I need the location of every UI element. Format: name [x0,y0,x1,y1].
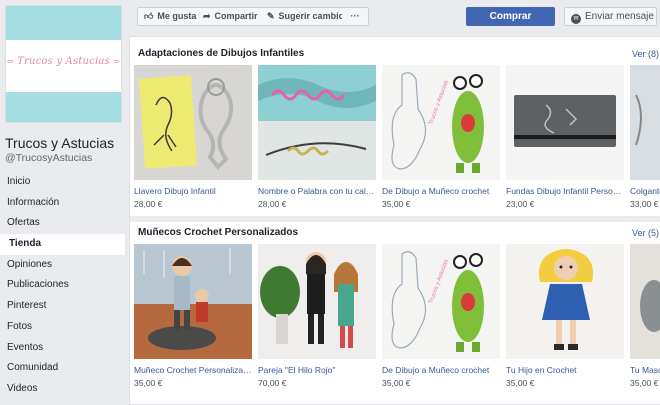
product-name[interactable]: Colgante [630,186,660,196]
product-name[interactable]: Llavero Dibujo Infantil [134,186,252,196]
product-image[interactable] [506,65,624,180]
share-label: Compartir [214,11,258,21]
product-price: 35,00 € [382,199,411,209]
suggest-label: Sugerir cambios [278,11,350,21]
product-image[interactable] [134,244,252,359]
cover-top-stripe [6,6,121,40]
page-handle[interactable]: @TrucosyAstucias [5,152,92,164]
sidebar-item-inicio[interactable]: Inicio [0,172,125,193]
product-card[interactable]: Llavero Dibujo Infantil 28,00 € [134,65,252,209]
product-price: 28,00 € [134,199,163,209]
product-image[interactable]: Trucos y Astucias [382,65,500,180]
thumbs-up-icon: 👍︎ [144,11,154,21]
product-card[interactable]: Muñeco Crochet Personalizado 35,00 € [134,244,252,388]
buy-button[interactable]: Comprar [466,7,555,26]
cover-logo: ⇐ Trucos y Astucias ⇒ [6,56,121,67]
product-name[interactable]: Tu Masco [630,365,660,375]
product-price: 23,00 € [506,199,535,209]
product-price: 70,00 € [258,378,287,388]
send-message-button[interactable]: ✉ Enviar mensaje [564,7,657,26]
messenger-icon: ✉ [571,14,581,24]
product-card[interactable]: Nombre o Palabra con tu caligrafía 28,00… [258,65,376,209]
share-arrow-icon: ➦ [203,11,211,21]
product-card[interactable]: Tu Masco 35,00 € [630,244,660,388]
sidebar-item-fotos[interactable]: Fotos [0,317,125,338]
see-all-link[interactable]: Ver (8) [632,49,659,59]
product-name[interactable]: Nombre o Palabra con tu caligrafía [258,186,376,196]
send-message-label: Enviar mensaje [585,11,654,22]
product-price: 35,00 € [134,378,163,388]
product-name[interactable]: Muñeco Crochet Personalizado [134,365,252,375]
cover-logo-text: Trucos y Astucias [17,56,110,67]
product-price: 35,00 € [382,378,411,388]
section-title: Adaptaciones de Dibujos Infantiles [138,48,305,59]
product-image[interactable] [630,65,660,180]
product-card[interactable]: Trucos y Astucias De Dibujo a Muñeco cro… [382,65,500,209]
sidebar-item-tienda[interactable]: Tienda [0,234,125,255]
more-options-button[interactable]: ··· [342,7,369,26]
product-row: Llavero Dibujo Infantil 28,00 € Nombre o… [133,65,660,215]
sidebar-item-pinterest[interactable]: Pinterest [0,296,125,317]
page-title[interactable]: Trucos y Astucias [5,135,114,151]
product-price: 35,00 € [506,378,535,388]
product-image[interactable] [258,244,376,359]
product-image[interactable] [134,65,252,180]
product-card[interactable]: Pareja "El Hilo Rojo" 70,00 € [258,244,376,388]
cover-bottom-stripe [6,92,121,122]
shop-panel: Adaptaciones de Dibujos Infantiles Ver (… [129,36,660,405]
product-name[interactable]: De Dibujo a Muñeco crochet [382,365,500,375]
product-card[interactable]: Fundas Dibujo Infantil Personalizadas 23… [506,65,624,209]
sidebar-item-informacion[interactable]: Información [0,193,125,214]
product-name[interactable]: De Dibujo a Muñeco crochet [382,186,500,196]
product-row: Muñeco Crochet Personalizado 35,00 € Par… [133,244,660,394]
product-name[interactable]: Pareja "El Hilo Rojo" [258,365,376,375]
product-card[interactable]: Trucos y Astucias De Dibujo a Muñeco cro… [382,244,500,388]
product-image[interactable]: Trucos y Astucias [382,244,500,359]
product-price: 33,00 € [630,199,659,209]
sidebar-item-ofertas[interactable]: Ofertas [0,213,125,234]
see-all-link[interactable]: Ver (5) [632,228,659,238]
sidebar-item-videos[interactable]: Videos [0,379,125,400]
product-image[interactable] [258,65,376,180]
section-divider [130,216,660,222]
product-name[interactable]: Tu Hijo en Crochet [506,365,624,375]
page-action-bar: 👍︎ Me gusta ➦ Compartir ✎ Sugerir cambios ·… [129,0,660,33]
pencil-icon: ✎ [267,11,275,21]
share-button[interactable]: ➦ Compartir [197,7,265,26]
page-cover-image[interactable]: ⇐ Trucos y Astucias ⇒ [5,5,122,123]
product-card[interactable]: Tu Hijo en Crochet 35,00 € [506,244,624,388]
product-image[interactable] [506,244,624,359]
like-button[interactable]: 👍︎ Me gusta [137,7,204,26]
product-price: 35,00 € [630,378,659,388]
product-price: 28,00 € [258,199,287,209]
product-image[interactable] [630,244,660,359]
sidebar-item-eventos[interactable]: Eventos [0,338,125,359]
sidebar-item-publicaciones[interactable]: Publicaciones [0,275,125,296]
left-sidebar: ⇐ Trucos y Astucias ⇒ Trucos y Astucias … [0,0,129,405]
product-name[interactable]: Fundas Dibujo Infantil Personalizadas [506,186,624,196]
sidebar-item-opiniones[interactable]: Opiniones [0,255,125,276]
sidebar-item-comunidad[interactable]: Comunidad [0,358,125,379]
sidebar-nav: Inicio Información Ofertas Tienda Opinio… [0,172,125,400]
product-card[interactable]: Colgante 33,00 € [630,65,660,209]
section-title: Muñecos Crochet Personalizados [138,227,299,238]
like-label: Me gusta [157,11,197,21]
